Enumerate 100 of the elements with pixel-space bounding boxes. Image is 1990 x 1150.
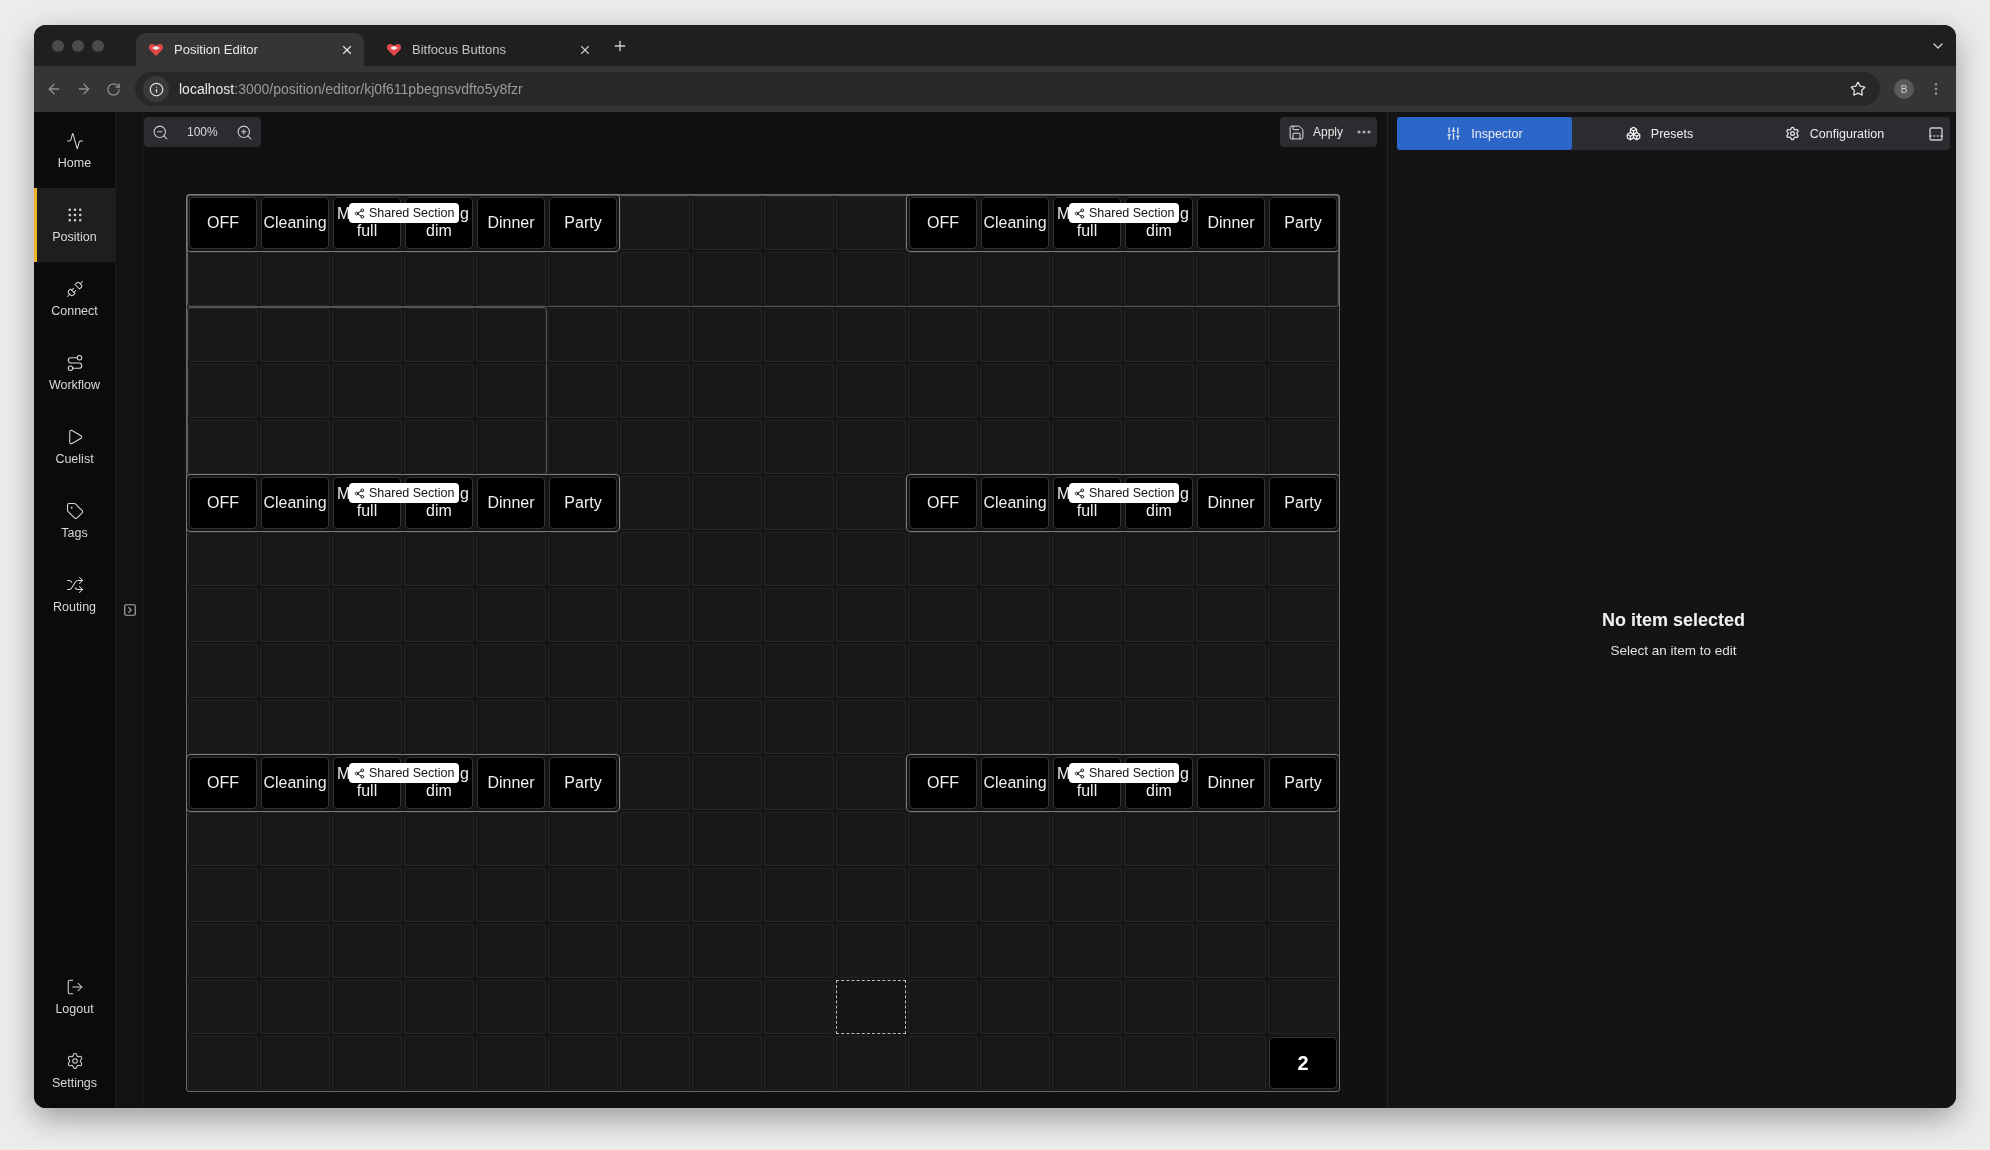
grid-cell[interactable]: [404, 420, 474, 474]
sidebar-item[interactable]: Tags: [34, 484, 115, 558]
grid-cell[interactable]: [1196, 812, 1266, 866]
grid-cell[interactable]: [188, 980, 258, 1034]
grid-cell[interactable]: [548, 364, 618, 418]
preset-button[interactable]: Dinner: [477, 477, 545, 529]
grid-cell[interactable]: [908, 420, 978, 474]
preset-button[interactable]: OFF: [189, 477, 257, 529]
grid-cell[interactable]: [332, 532, 402, 586]
grid-cell[interactable]: [908, 1036, 978, 1090]
grid-cell[interactable]: [692, 308, 762, 362]
preset-button[interactable]: OFF: [189, 757, 257, 809]
grid-cell[interactable]: [1124, 700, 1194, 754]
grid-cell[interactable]: [1268, 532, 1338, 586]
star-icon[interactable]: [1850, 81, 1866, 97]
grid-cell[interactable]: [620, 700, 690, 754]
preset-button[interactable]: Cleaning: [981, 477, 1049, 529]
button-strip[interactable]: OFF Cleaning M full g dim Dinner Party Shared Section: [186, 474, 620, 532]
grid-cell[interactable]: [548, 700, 618, 754]
grid-cell[interactable]: [260, 420, 330, 474]
grid-cell[interactable]: [1052, 700, 1122, 754]
grid-cell[interactable]: [404, 308, 474, 362]
sidebar-item[interactable]: Connect: [34, 262, 115, 336]
sidebar-item[interactable]: Logout: [34, 960, 115, 1034]
grid-cell[interactable]: [476, 364, 546, 418]
panel-tab[interactable]: Inspector: [1397, 117, 1572, 150]
preset-button[interactable]: Party: [1269, 757, 1337, 809]
grid-cell[interactable]: [764, 196, 834, 250]
grid-cell[interactable]: [692, 252, 762, 306]
panel-tab[interactable]: Configuration: [1747, 117, 1922, 150]
grid-cell[interactable]: [980, 308, 1050, 362]
grid-cell[interactable]: [620, 532, 690, 586]
grid-cell[interactable]: [764, 1036, 834, 1090]
grid-cell[interactable]: [836, 308, 906, 362]
grid-cell[interactable]: [404, 812, 474, 866]
grid-cell[interactable]: [692, 196, 762, 250]
grid-cell[interactable]: [908, 700, 978, 754]
grid-cell[interactable]: [1052, 1036, 1122, 1090]
grid-cell[interactable]: [620, 196, 690, 250]
grid-cell[interactable]: [188, 644, 258, 698]
grid-cell[interactable]: [1196, 308, 1266, 362]
grid-cell[interactable]: [1268, 644, 1338, 698]
page-button[interactable]: 2: [1269, 1037, 1337, 1089]
grid-cell[interactable]: [1052, 252, 1122, 306]
grid-cell[interactable]: [836, 1036, 906, 1090]
preset-button[interactable]: Cleaning: [981, 757, 1049, 809]
grid-cell[interactable]: [980, 812, 1050, 866]
grid-cell[interactable]: [620, 420, 690, 474]
grid-cell[interactable]: [1052, 420, 1122, 474]
grid-cell[interactable]: [1268, 420, 1338, 474]
grid-cell[interactable]: [908, 252, 978, 306]
grid-cell[interactable]: [404, 252, 474, 306]
grid-cell[interactable]: [1196, 532, 1266, 586]
grid-cell[interactable]: [836, 812, 906, 866]
grid-cell[interactable]: [764, 252, 834, 306]
grid-cell[interactable]: [548, 420, 618, 474]
grid-cell[interactable]: [692, 1036, 762, 1090]
grid-cell[interactable]: [476, 420, 546, 474]
grid-cell[interactable]: [260, 700, 330, 754]
preset-button[interactable]: Cleaning: [261, 197, 329, 249]
zoom-in-icon[interactable]: [235, 123, 253, 141]
grid-cell[interactable]: [548, 812, 618, 866]
grid-cell[interactable]: [1196, 1036, 1266, 1090]
preset-button[interactable]: Cleaning: [981, 197, 1049, 249]
grid-cell[interactable]: [188, 924, 258, 978]
sidebar-item[interactable]: Routing: [34, 558, 115, 632]
preset-button[interactable]: Dinner: [1197, 757, 1265, 809]
grid-cell[interactable]: [1124, 532, 1194, 586]
grid-cell[interactable]: [620, 252, 690, 306]
grid-cell[interactable]: [260, 812, 330, 866]
grid-cell[interactable]: [1196, 700, 1266, 754]
grid-cell[interactable]: [260, 532, 330, 586]
grid-cell[interactable]: [620, 756, 690, 810]
grid-cell[interactable]: [908, 532, 978, 586]
grid-cell[interactable]: [836, 700, 906, 754]
grid-cell[interactable]: [1052, 532, 1122, 586]
button-strip[interactable]: OFF Cleaning M full g dim Dinner Party Shared Section: [906, 194, 1340, 252]
more-button[interactable]: [1357, 130, 1371, 134]
grid-cell[interactable]: [404, 700, 474, 754]
preset-button[interactable]: Party: [1269, 197, 1337, 249]
button-strip[interactable]: OFF Cleaning M full g dim Dinner Party Shared Section: [186, 194, 620, 252]
preset-button[interactable]: OFF: [189, 197, 257, 249]
profile-avatar[interactable]: B: [1894, 79, 1914, 99]
grid-cell[interactable]: [908, 308, 978, 362]
preset-button[interactable]: Dinner: [477, 197, 545, 249]
minimize-light[interactable]: [72, 39, 84, 52]
sidebar-item[interactable]: Workflow: [34, 336, 115, 410]
forward-icon[interactable]: [76, 81, 92, 97]
preset-button[interactable]: Party: [549, 757, 617, 809]
grid-cell[interactable]: [188, 532, 258, 586]
button-strip[interactable]: OFF Cleaning M full g dim Dinner Party Shared Section: [906, 474, 1340, 532]
grid-cell[interactable]: [1124, 308, 1194, 362]
expand-panel-icon[interactable]: [122, 603, 137, 617]
grid-cell[interactable]: [188, 812, 258, 866]
grid-cell[interactable]: [548, 308, 618, 362]
grid-cell[interactable]: [188, 252, 258, 306]
grid-cell[interactable]: [332, 1036, 402, 1090]
grid-cell[interactable]: [548, 252, 618, 306]
grid-cell[interactable]: [1052, 812, 1122, 866]
grid-cell[interactable]: [980, 700, 1050, 754]
